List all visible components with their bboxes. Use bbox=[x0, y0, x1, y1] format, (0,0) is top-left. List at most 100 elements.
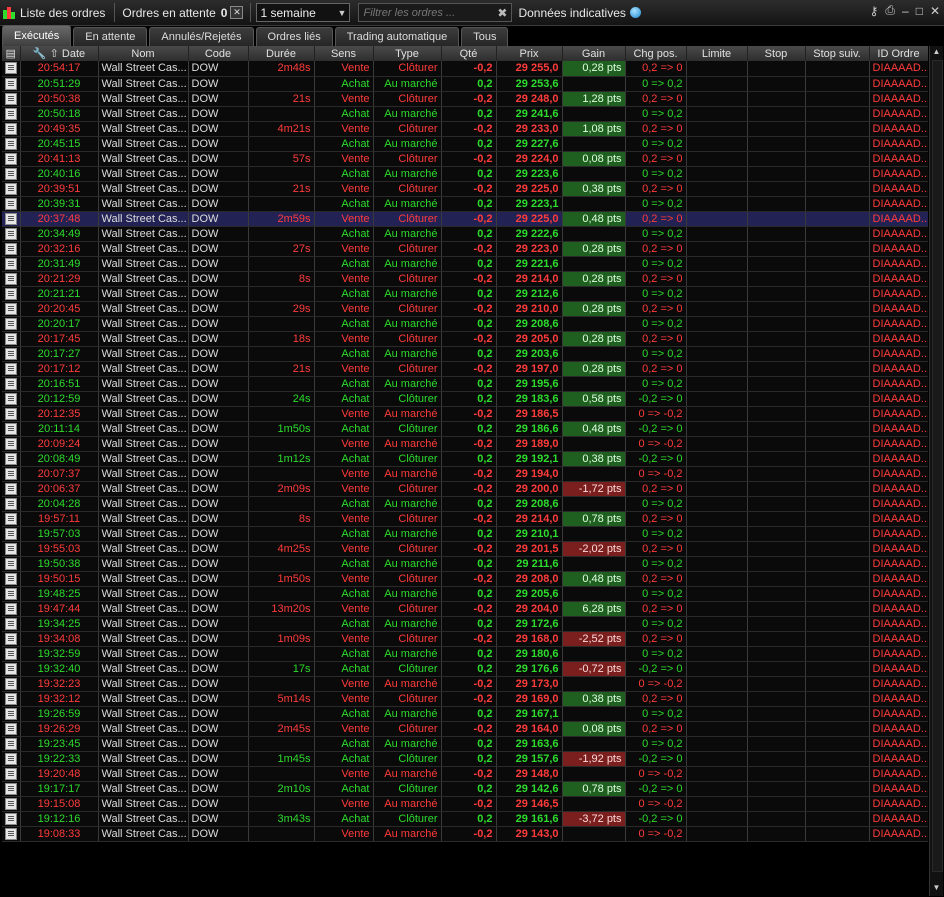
row-detail-cell[interactable] bbox=[2, 226, 21, 242]
document-icon[interactable] bbox=[4, 782, 17, 795]
row-detail-cell[interactable] bbox=[2, 496, 21, 512]
table-row[interactable]: 19:32:59 Wall Street Cas... DOW Achat Au mar… bbox=[2, 646, 928, 662]
table-row[interactable]: 19:15:08 Wall Street Cas... DOW Vente Au mar… bbox=[2, 796, 928, 812]
document-icon[interactable] bbox=[4, 662, 17, 675]
document-icon[interactable] bbox=[4, 557, 17, 570]
row-detail-cell[interactable] bbox=[2, 826, 21, 842]
document-icon[interactable] bbox=[4, 362, 17, 375]
header-duree[interactable]: Durée bbox=[248, 46, 315, 61]
table-row[interactable]: 20:16:51 Wall Street Cas... DOW Achat Au mar… bbox=[2, 376, 928, 392]
document-icon[interactable] bbox=[4, 812, 17, 825]
header-gain[interactable]: Gain bbox=[562, 46, 626, 61]
document-icon[interactable] bbox=[4, 152, 17, 165]
wrench-icon[interactable]: 🔧 bbox=[33, 48, 47, 60]
table-row[interactable]: 19:32:40 Wall Street Cas... DOW 17s Achat Clô… bbox=[2, 661, 928, 677]
table-row[interactable]: 20:21:29 Wall Street Cas... DOW 8s Vente Clôt… bbox=[2, 271, 928, 287]
table-row[interactable]: 20:37:48 Wall Street Cas... DOW 2m59s Vente C… bbox=[2, 211, 928, 227]
document-icon[interactable] bbox=[4, 317, 17, 330]
row-detail-cell[interactable] bbox=[2, 166, 21, 182]
table-row[interactable]: 20:06:37 Wall Street Cas... DOW 2m09s Vente C… bbox=[2, 481, 928, 497]
table-row[interactable]: 20:54:17 Wall Street Cas... DOW 2m48s Vente C… bbox=[2, 61, 928, 77]
row-detail-cell[interactable] bbox=[2, 421, 21, 437]
table-row[interactable]: 19:55:03 Wall Street Cas... DOW 4m25s Vente C… bbox=[2, 541, 928, 557]
document-icon[interactable] bbox=[4, 527, 17, 540]
header-sens[interactable]: Sens bbox=[314, 46, 374, 61]
table-row[interactable]: 20:17:12 Wall Street Cas... DOW 21s Vente Clô… bbox=[2, 361, 928, 377]
row-detail-cell[interactable] bbox=[2, 751, 21, 767]
document-icon[interactable] bbox=[4, 707, 17, 720]
info-icon[interactable] bbox=[629, 7, 641, 18]
header-prix[interactable]: Prix bbox=[496, 46, 563, 61]
table-row[interactable]: 20:51:29 Wall Street Cas... DOW Achat Au mar… bbox=[2, 76, 928, 92]
tab-3[interactable]: Ordres liés bbox=[255, 27, 333, 46]
document-icon[interactable] bbox=[4, 77, 17, 90]
table-row[interactable]: 19:22:33 Wall Street Cas... DOW 1m45s Achat C… bbox=[2, 751, 928, 767]
document-icon[interactable] bbox=[4, 602, 17, 615]
header-code[interactable]: Code bbox=[188, 46, 249, 61]
table-row[interactable]: 20:50:18 Wall Street Cas... DOW Achat Au mar… bbox=[2, 106, 928, 122]
document-icon[interactable] bbox=[4, 437, 17, 450]
scroll-up-icon[interactable]: ▲ bbox=[930, 46, 943, 58]
row-detail-cell[interactable] bbox=[2, 316, 21, 332]
document-icon[interactable] bbox=[4, 377, 17, 390]
document-icon[interactable] bbox=[4, 272, 17, 285]
document-icon[interactable] bbox=[4, 227, 17, 240]
table-row[interactable]: 19:48:25 Wall Street Cas... DOW Achat Au mar… bbox=[2, 586, 928, 602]
document-icon[interactable] bbox=[4, 92, 17, 105]
tab-5[interactable]: Tous bbox=[461, 27, 509, 46]
row-detail-cell[interactable] bbox=[2, 256, 21, 272]
table-row[interactable]: 20:08:49 Wall Street Cas... DOW 1m12s Achat C… bbox=[2, 451, 928, 467]
table-row[interactable]: 20:20:45 Wall Street Cas... DOW 29s Vente Clô… bbox=[2, 301, 928, 317]
document-icon[interactable] bbox=[4, 617, 17, 630]
row-detail-cell[interactable] bbox=[2, 511, 21, 527]
table-row[interactable]: 19:32:12 Wall Street Cas... DOW 5m14s Vente C… bbox=[2, 691, 928, 707]
table-row[interactable]: 20:21:21 Wall Street Cas... DOW Achat Au mar… bbox=[2, 286, 928, 302]
row-detail-cell[interactable] bbox=[2, 796, 21, 812]
row-detail-cell[interactable] bbox=[2, 661, 21, 677]
document-icon[interactable] bbox=[4, 692, 17, 705]
document-icon[interactable] bbox=[4, 62, 17, 75]
header-limite[interactable]: Limite bbox=[686, 46, 748, 61]
header-chg-pos[interactable]: Chg pos. bbox=[625, 46, 687, 61]
header-nom[interactable]: Nom bbox=[98, 46, 189, 61]
printer-icon[interactable]: ⎙ bbox=[885, 3, 895, 18]
table-row[interactable]: 19:26:59 Wall Street Cas... DOW Achat Au mar… bbox=[2, 706, 928, 722]
table-row[interactable]: 20:50:38 Wall Street Cas... DOW 21s Vente Clô… bbox=[2, 91, 928, 107]
table-row[interactable]: 20:40:16 Wall Street Cas... DOW Achat Au mar… bbox=[2, 166, 928, 182]
header-icons[interactable]: ▤ bbox=[2, 46, 21, 61]
table-row[interactable]: 19:34:25 Wall Street Cas... DOW Achat Au mar… bbox=[2, 616, 928, 632]
row-detail-cell[interactable] bbox=[2, 646, 21, 662]
row-detail-cell[interactable] bbox=[2, 676, 21, 692]
document-icon[interactable] bbox=[4, 797, 17, 810]
table-row[interactable]: 20:31:49 Wall Street Cas... DOW Achat Au mar… bbox=[2, 256, 928, 272]
table-row[interactable]: 20:34:49 Wall Street Cas... DOW Achat Au mar… bbox=[2, 226, 928, 242]
table-row[interactable]: 20:39:51 Wall Street Cas... DOW 21s Vente Clô… bbox=[2, 181, 928, 197]
row-detail-cell[interactable] bbox=[2, 526, 21, 542]
row-detail-cell[interactable] bbox=[2, 391, 21, 407]
document-icon[interactable] bbox=[4, 467, 17, 480]
row-detail-cell[interactable] bbox=[2, 736, 21, 752]
row-detail-cell[interactable] bbox=[2, 211, 21, 227]
table-row[interactable]: 20:09:24 Wall Street Cas... DOW Vente Au mar… bbox=[2, 436, 928, 452]
document-icon[interactable] bbox=[4, 167, 17, 180]
document-icon[interactable] bbox=[4, 452, 17, 465]
row-detail-cell[interactable] bbox=[2, 616, 21, 632]
row-detail-cell[interactable] bbox=[2, 136, 21, 152]
row-detail-cell[interactable] bbox=[2, 406, 21, 422]
minimize-icon[interactable]: – bbox=[902, 4, 909, 18]
document-icon[interactable] bbox=[4, 332, 17, 345]
table-row[interactable]: 20:12:59 Wall Street Cas... DOW 24s Achat Clô… bbox=[2, 391, 928, 407]
table-row[interactable]: 19:57:11 Wall Street Cas... DOW 8s Vente Clôt… bbox=[2, 511, 928, 527]
table-row[interactable]: 19:26:29 Wall Street Cas... DOW 2m45s Vente C… bbox=[2, 721, 928, 737]
row-detail-cell[interactable] bbox=[2, 586, 21, 602]
document-icon[interactable] bbox=[4, 107, 17, 120]
table-row[interactable]: 20:49:35 Wall Street Cas... DOW 4m21s Vente C… bbox=[2, 121, 928, 137]
tab-1[interactable]: En attente bbox=[73, 27, 148, 46]
table-row[interactable]: 19:34:08 Wall Street Cas... DOW 1m09s Vente C… bbox=[2, 631, 928, 647]
row-detail-cell[interactable] bbox=[2, 61, 21, 77]
table-row[interactable]: 19:12:16 Wall Street Cas... DOW 3m43s Achat C… bbox=[2, 811, 928, 827]
document-icon[interactable] bbox=[4, 122, 17, 135]
row-detail-cell[interactable] bbox=[2, 196, 21, 212]
document-icon[interactable] bbox=[4, 737, 17, 750]
row-detail-cell[interactable] bbox=[2, 331, 21, 347]
